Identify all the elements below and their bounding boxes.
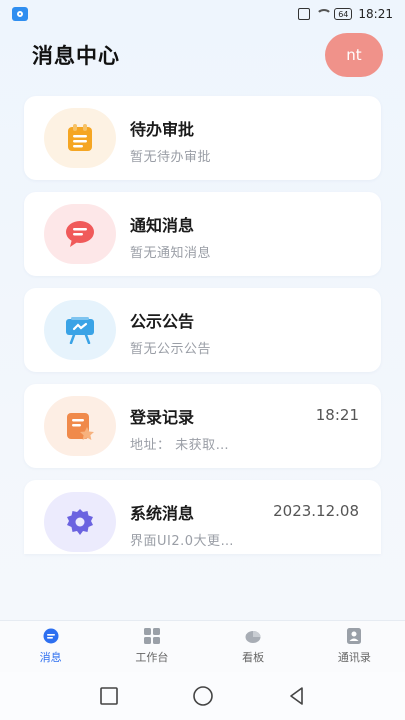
message-subtitle: 暂无待办审批: [130, 150, 212, 165]
back-button[interactable]: [286, 685, 308, 707]
nav-item-workbench[interactable]: 工作台: [112, 628, 192, 665]
message-card-system[interactable]: 系统消息 界面UI2.0大更… 2023.12.08: [24, 480, 381, 554]
document-star-icon: [67, 413, 94, 440]
message-card-announcement[interactable]: 公示公告 暂无公示公告: [24, 288, 381, 372]
nav-label: 通讯录: [337, 651, 371, 664]
page-title: 消息中心: [32, 44, 120, 68]
bottom-nav: 消息 工作台 看板 通讯录: [0, 620, 405, 672]
icon-wrap: [44, 108, 116, 168]
clipboard-icon: [68, 124, 92, 151]
nav-label: 看板: [242, 651, 265, 664]
message-subtitle: 界面UI2.0大更…: [130, 534, 235, 549]
status-bar: 64 18:21: [0, 0, 405, 28]
status-time: 18:21: [358, 7, 393, 21]
recent-apps-button[interactable]: [98, 685, 120, 707]
nav-label: 消息: [39, 651, 62, 664]
message-title: 公示公告: [130, 312, 195, 331]
battery-icon: 64: [334, 8, 353, 20]
dashboard-icon: [245, 628, 261, 644]
workbench-grid-icon: [143, 628, 160, 644]
back-triangle-icon: [289, 687, 303, 705]
gear-icon: [67, 509, 93, 535]
message-card-notification[interactable]: 通知消息 暂无通知消息: [24, 192, 381, 276]
message-title: 待办审批: [130, 120, 195, 139]
circle-icon: [192, 686, 213, 706]
message-title: 登录记录: [130, 408, 195, 427]
nav-item-dashboard[interactable]: 看板: [213, 628, 293, 665]
nav-item-messages[interactable]: 消息: [11, 628, 91, 665]
message-icon: [43, 628, 59, 644]
message-subtitle: 地址： 未获取…: [130, 438, 230, 453]
avatar[interactable]: nt: [325, 33, 383, 77]
presentation-board-icon: [66, 317, 94, 344]
message-title: 系统消息: [130, 504, 195, 523]
header: 消息中心 nt: [0, 32, 405, 78]
icon-wrap: [44, 492, 116, 552]
message-subtitle: 暂无通知消息: [130, 246, 212, 261]
vibrate-icon: [298, 8, 311, 20]
square-icon: [99, 687, 118, 705]
icon-wrap: [44, 396, 116, 456]
message-list: 待办审批 暂无待办审批 通知消息 暂无通知消息 公示公告 暂无公示公告 登录记录…: [24, 96, 381, 566]
chat-bubble-icon: [66, 221, 94, 247]
message-title: 通知消息: [130, 216, 195, 235]
contacts-icon: [346, 628, 362, 644]
app-notification-icon: [12, 7, 28, 21]
icon-wrap: [44, 300, 116, 360]
icon-wrap: [44, 204, 116, 264]
system-nav-bar: [0, 672, 405, 720]
status-right: 64 18:21: [298, 7, 393, 21]
wifi-icon: [316, 9, 333, 19]
message-time: 2023.12.08: [273, 502, 359, 520]
message-card-todo-approval[interactable]: 待办审批 暂无待办审批: [24, 96, 381, 180]
battery-level: 64: [338, 9, 349, 19]
status-left: [12, 7, 28, 21]
message-card-login-record[interactable]: 登录记录 地址： 未获取… 18:21: [24, 384, 381, 468]
message-subtitle: 暂无公示公告: [130, 342, 212, 357]
message-time: 18:21: [315, 406, 359, 424]
nav-item-contacts[interactable]: 通讯录: [314, 628, 394, 665]
nav-label: 工作台: [135, 651, 169, 664]
home-button[interactable]: [192, 685, 214, 707]
